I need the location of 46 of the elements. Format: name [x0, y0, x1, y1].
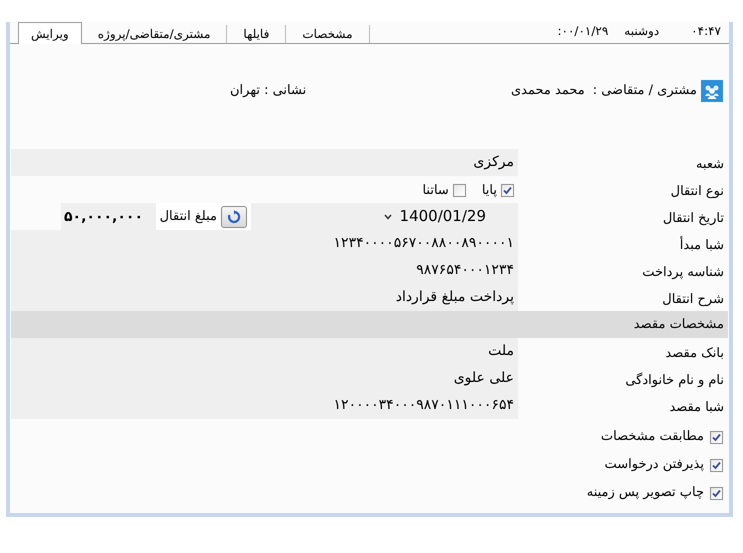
tab[interactable]: مشخصات	[286, 25, 370, 43]
field-label: شناسه پرداخت	[642, 264, 724, 282]
check-icon	[712, 432, 721, 442]
checkbox-label: مطابقت مشخصات	[600, 428, 704, 446]
field-label: شبا مبدأ	[680, 236, 724, 254]
field-value: مرکزی	[473, 153, 514, 172]
field-value: ملت	[488, 342, 514, 361]
date-text: ۰۰/۰۱/۲۹:	[557, 23, 608, 40]
check-icon	[712, 488, 721, 498]
customer-label: مشتری / متقاضی :	[592, 82, 697, 100]
dropdown-caret-icon[interactable]	[384, 214, 392, 220]
field-label: بانک مقصد	[665, 344, 724, 362]
field-label: نوع انتقال	[670, 182, 724, 200]
amount-value: ۵۰,۰۰۰,۰۰۰	[64, 208, 143, 227]
tab[interactable]: فایلها	[227, 25, 286, 43]
checkbox-label: ساتنا	[422, 182, 449, 200]
amount-label: مبلغ انتقال	[160, 208, 217, 226]
field-label: شرح انتقال	[662, 290, 724, 308]
checkbox[interactable]	[710, 486, 723, 500]
tab[interactable]: ویرایش	[18, 22, 82, 44]
checkbox-label: پایا	[482, 182, 497, 200]
customer-name: محمد محمدی	[511, 82, 585, 100]
check-icon	[503, 186, 512, 196]
field-value: ۱۲۳۴۰۰۰۰۵۶۷۰۰۸۸۰۰۸۹۰۰۰۰۱	[334, 234, 514, 253]
field-label: شعبه	[696, 156, 724, 174]
time-text: ۰۴:۴۷	[691, 23, 721, 40]
refresh-icon	[227, 210, 241, 224]
address-text: نشانی : تهران	[230, 82, 306, 100]
day-text: دوشنبه	[624, 23, 660, 40]
people-icon	[701, 80, 723, 102]
refresh-button[interactable]	[221, 206, 247, 228]
field-label: شبا مقصد	[669, 398, 724, 416]
field-value: علی علوی	[454, 369, 514, 388]
checkbox-label: پذیرفتن درخواست	[604, 456, 704, 474]
checkbox[interactable]	[710, 430, 723, 444]
field-value: ۹۸۷۶۵۴۰۰۰۱۲۳۴	[416, 261, 514, 280]
section-header: مشخصات مقصد	[11, 311, 728, 338]
field-label: تاریخ انتقال	[662, 210, 724, 228]
checkbox-label: چاپ تصویر پس زمینه	[586, 484, 704, 502]
field-label: نام و نام خانوادگی	[625, 372, 724, 390]
field-value: ۱۲۰۰۰۰۳۴۰۰۰۹۸۷۰۱۱۱۰۰۰۶۵۴	[334, 396, 514, 415]
check-icon	[712, 460, 721, 470]
checkbox[interactable]	[452, 184, 466, 198]
field-value: پرداخت مبلغ قرارداد	[396, 288, 514, 307]
checkbox[interactable]	[710, 458, 723, 472]
checkbox[interactable]	[501, 184, 514, 198]
